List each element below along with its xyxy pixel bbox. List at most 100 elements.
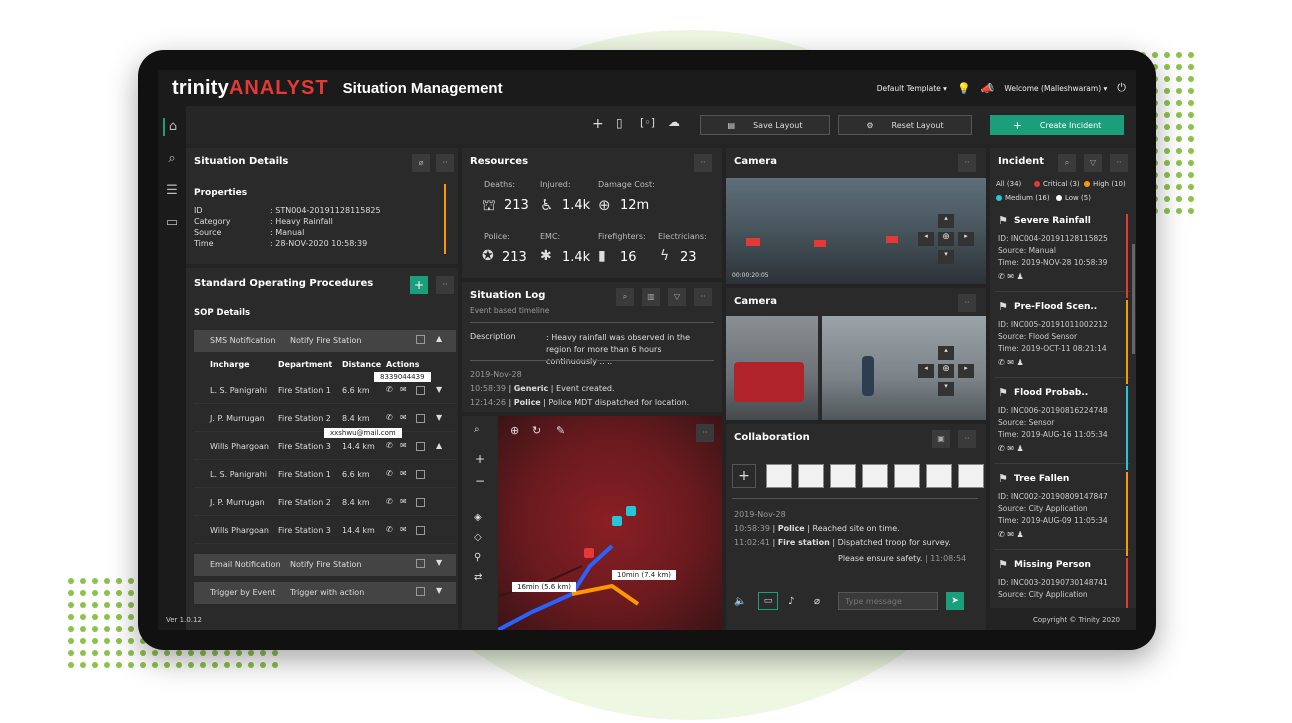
notification-icon[interactable]: 📣 <box>981 82 995 95</box>
incident-actions[interactable]: ✆ ✉ ♟ <box>998 272 1024 281</box>
sop-row[interactable]: J. P. Murrugan Fire Station 2 8.4 km ✆ ✉ <box>194 490 456 516</box>
participant-avatar[interactable] <box>798 464 824 488</box>
participant-avatar[interactable] <box>766 464 792 488</box>
checklist-icon[interactable]: ☰ <box>163 182 181 200</box>
stack-icon[interactable]: ◇ <box>474 532 482 543</box>
phone-icon[interactable]: ✆ <box>386 497 393 506</box>
map-collapse-button[interactable]: ·· <box>696 424 714 442</box>
mail-icon[interactable]: ✉ <box>400 525 407 534</box>
ptz-left-icon[interactable]: ◂ <box>918 232 934 246</box>
ptz-down-icon[interactable]: ▾ <box>938 382 954 396</box>
zoom-out-icon[interactable]: − <box>475 474 485 488</box>
severity-filter[interactable]: Critical (3) <box>1034 180 1080 188</box>
user-menu[interactable]: Welcome (Malleshwaram) ▾ <box>1004 84 1107 93</box>
mail-icon[interactable]: ✉ <box>400 413 407 422</box>
incident-card[interactable]: ⚑ Severe Rainfall ID: INC004-2019112811582… <box>994 210 1130 298</box>
home-icon[interactable]: ⌂ <box>163 118 181 136</box>
checkbox[interactable] <box>416 414 425 423</box>
incident-card[interactable]: ⚑ Flood Probab.. ID: INC006-20190816224748… <box>994 382 1130 470</box>
participant-avatar[interactable] <box>862 464 888 488</box>
rotate-icon[interactable]: ↻ <box>532 424 541 437</box>
bulb-icon[interactable]: 💡 <box>957 82 971 95</box>
camera-feed-2a[interactable] <box>726 316 818 420</box>
participant-avatar[interactable] <box>830 464 856 488</box>
mic-icon[interactable]: ♪ <box>788 596 794 607</box>
severity-filter[interactable]: High (10) <box>1084 180 1126 188</box>
checkbox[interactable] <box>416 442 425 451</box>
resources-collapse-button[interactable]: ·· <box>694 154 712 172</box>
mail-icon[interactable]: ✉ <box>400 497 407 506</box>
incident-actions[interactable]: ✆ ✉ ♟ <box>998 530 1024 539</box>
add-participant-button[interactable]: + <box>732 464 756 488</box>
phone-icon[interactable]: ✆ <box>386 441 393 450</box>
add-icon[interactable]: + <box>592 116 604 132</box>
template-select[interactable]: Default Template ▾ <box>877 84 947 93</box>
attachment-icon[interactable]: ⌀ <box>814 596 820 607</box>
chevron-down-icon[interactable]: ▼ <box>436 558 442 567</box>
contact-icon[interactable]: ▣ <box>932 430 950 448</box>
card-icon[interactable]: ▭ <box>163 214 181 232</box>
create-incident-button[interactable]: + Create Incident <box>990 115 1124 135</box>
pin-icon[interactable]: ⚲ <box>474 552 481 563</box>
vehicle-marker-icon[interactable] <box>626 506 636 516</box>
zoom-search-icon[interactable]: ⌕ <box>474 424 480 435</box>
message-input[interactable] <box>838 592 938 610</box>
vehicle-marker-icon[interactable] <box>612 516 622 526</box>
ptz-left-icon[interactable]: ◂ <box>918 364 934 378</box>
incident-collapse-button[interactable]: ·· <box>1110 154 1128 172</box>
participant-avatar[interactable] <box>894 464 920 488</box>
zoom-in-icon[interactable]: + <box>475 452 485 466</box>
ptz-up-icon[interactable]: ▴ <box>938 214 954 228</box>
checkbox[interactable] <box>416 470 425 479</box>
add-sop-button[interactable]: + <box>410 276 428 294</box>
ptz-up-icon[interactable]: ▴ <box>938 346 954 360</box>
incident-scrollbar[interactable] <box>1132 244 1135 354</box>
camera-collapse-button[interactable]: ·· <box>958 154 976 172</box>
filter-icon[interactable]: ▽ <box>668 288 686 306</box>
sop-group-sms[interactable]: SMS Notification Notify Fire Station ▲ <box>194 330 456 352</box>
incident-search-icon[interactable]: ⌕ <box>1058 154 1076 172</box>
participant-avatar[interactable] <box>958 464 984 488</box>
attach-icon[interactable]: ⌀ <box>412 154 430 172</box>
search-icon[interactable]: ⌕ <box>616 288 634 306</box>
checkbox[interactable] <box>416 335 425 344</box>
checkbox[interactable] <box>416 587 425 596</box>
power-icon[interactable]: ⏻ <box>1117 81 1126 95</box>
severity-filter[interactable]: Low (5) <box>1056 194 1091 202</box>
sop-row[interactable]: L. S. Panigrahi Fire Station 1 6.6 km ✆ ✉ <box>194 462 456 488</box>
sop-group-trigger[interactable]: Trigger by Event Trigger with action ▼ <box>194 582 456 604</box>
sop-group-email[interactable]: Email Notification Notify Fire Station ▼ <box>194 554 456 576</box>
map-search-icon[interactable]: ⌕ <box>163 150 181 168</box>
mail-icon[interactable]: ✉ <box>400 385 407 394</box>
document-icon[interactable]: ▯ <box>616 116 623 130</box>
camera2-collapse-button[interactable]: ·· <box>958 294 976 312</box>
phone-icon[interactable]: ✆ <box>386 385 393 394</box>
ptz-center-icon[interactable]: ⊕ <box>938 232 954 246</box>
reset-layout-button[interactable]: ⚙ Reset Layout <box>838 115 972 135</box>
sop-collapse-button[interactable]: ·· <box>436 276 454 294</box>
layers-icon[interactable]: ◈ <box>474 512 482 523</box>
phone-icon[interactable]: ✆ <box>386 413 393 422</box>
video-icon[interactable]: ▭ <box>758 592 778 610</box>
save-layout-button[interactable]: ▤ Save Layout <box>700 115 830 135</box>
phone-icon[interactable]: ✆ <box>386 525 393 534</box>
tools-icon[interactable]: ✎ <box>556 424 565 437</box>
collab-collapse-button[interactable]: ·· <box>958 430 976 448</box>
severity-filter[interactable]: All (34) <box>996 180 1021 188</box>
incident-card[interactable]: ⚑ Missing Person ID: INC003-20190730148741… <box>994 554 1130 608</box>
chevron-up-icon[interactable]: ▲ <box>436 441 442 450</box>
checkbox[interactable] <box>416 498 425 507</box>
fire-marker-icon[interactable] <box>584 548 594 558</box>
crosshair-icon[interactable]: ⊕ <box>510 424 519 437</box>
mute-icon[interactable]: 🔈 <box>734 596 746 607</box>
weather-icon[interactable]: ☁ <box>668 115 680 129</box>
mail-icon[interactable]: ✉ <box>400 441 407 450</box>
collapse-button[interactable]: ·· <box>436 154 454 172</box>
scroll-indicator[interactable] <box>444 184 446 254</box>
incident-filter-icon[interactable]: ▽ <box>1084 154 1102 172</box>
incident-card[interactable]: ⚑ Tree Fallen ID: INC002-20190809147847 Sou… <box>994 468 1130 556</box>
chevron-down-icon[interactable]: ▼ <box>436 385 442 394</box>
ptz-center-icon[interactable]: ⊕ <box>938 364 954 378</box>
chevron-up-icon[interactable]: ▲ <box>436 334 442 343</box>
send-button[interactable]: ➤ <box>946 592 964 610</box>
